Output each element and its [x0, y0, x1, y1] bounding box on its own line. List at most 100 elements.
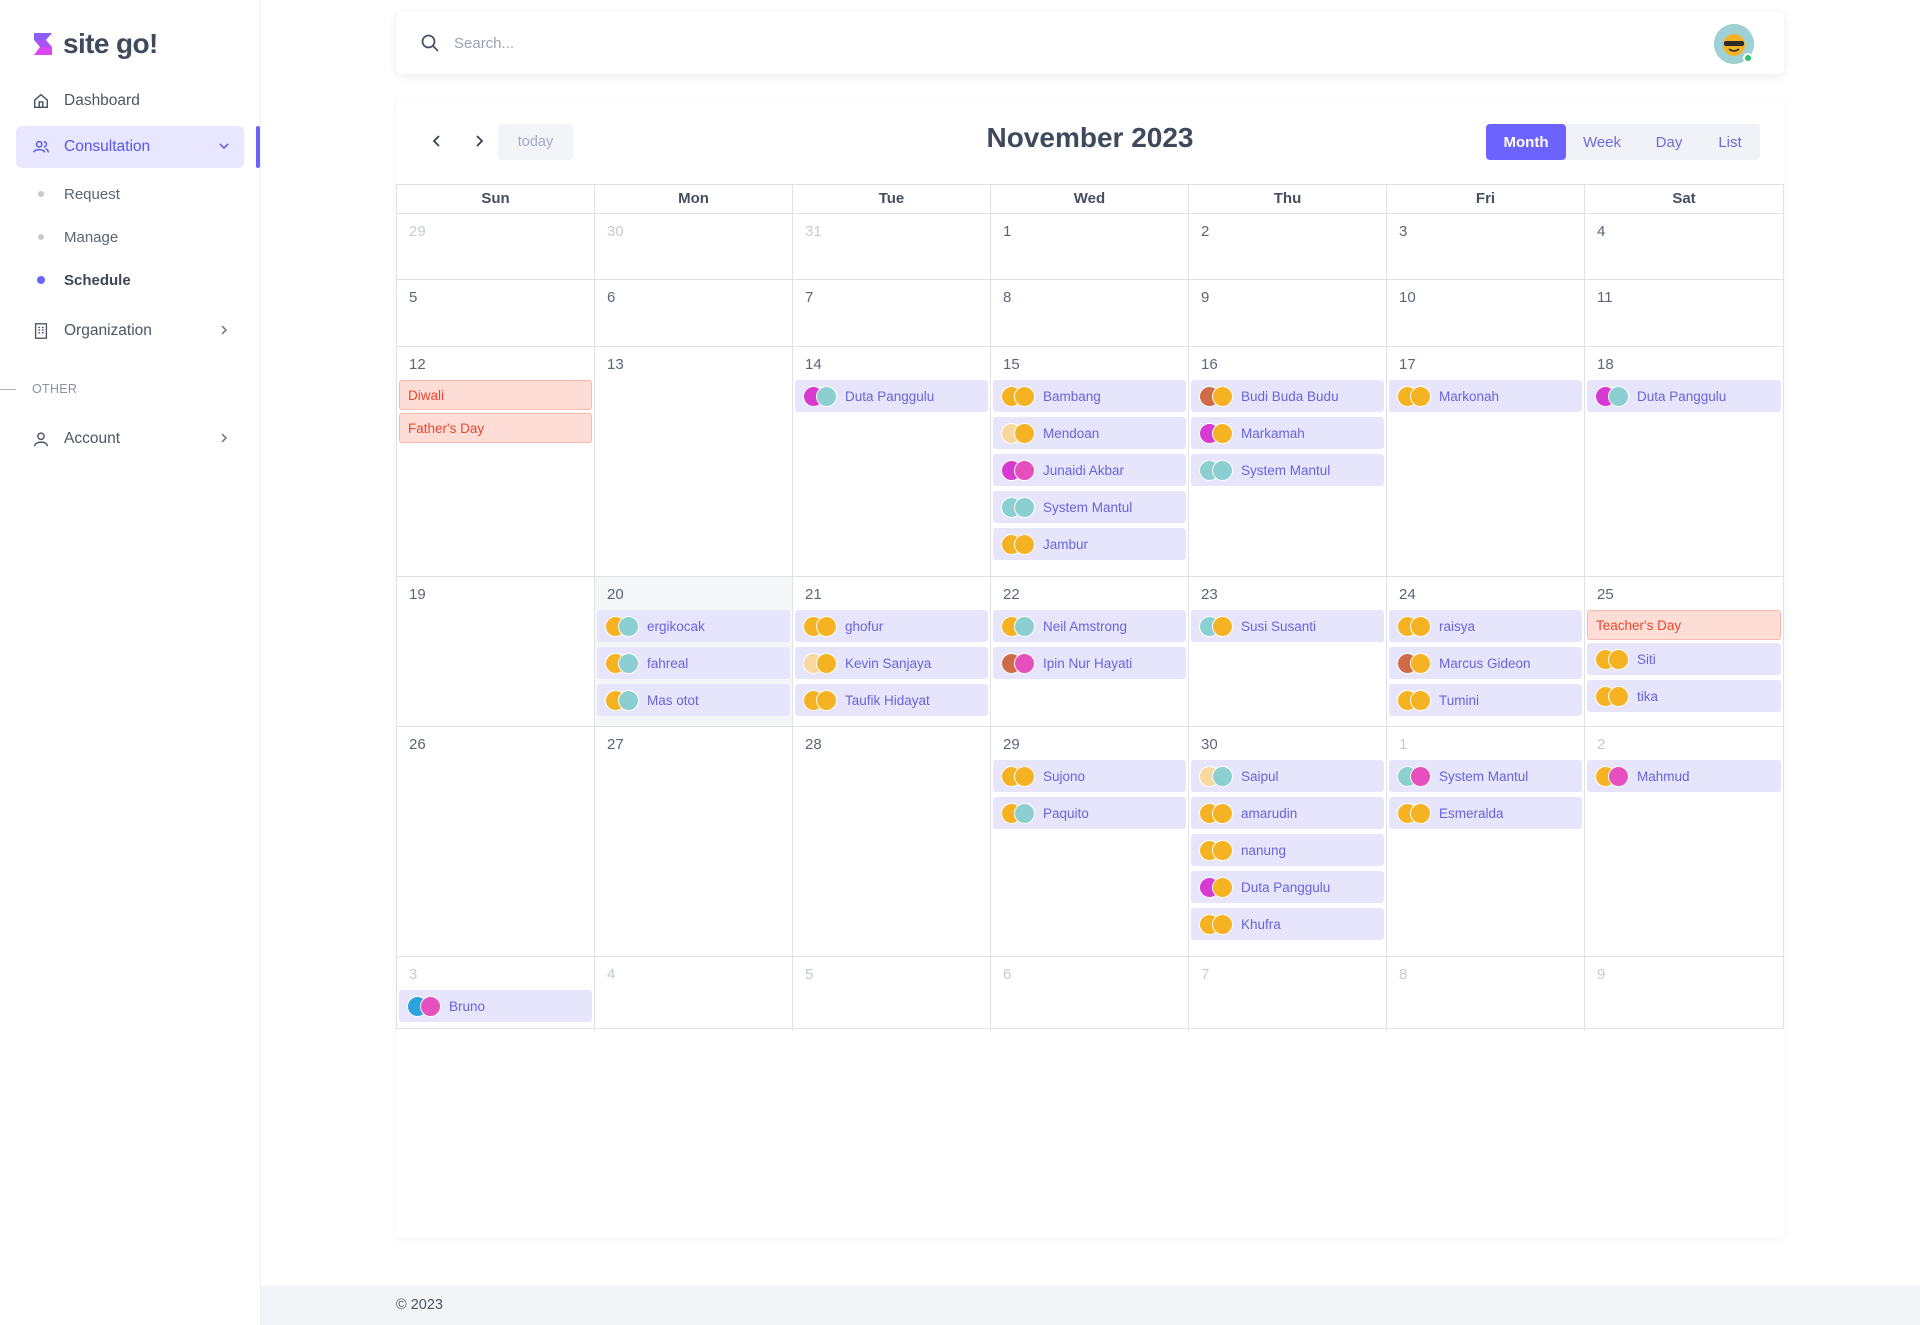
day-cell[interactable]: 10: [1387, 280, 1585, 346]
day-number[interactable]: 13: [597, 355, 790, 375]
calendar-event[interactable]: amarudin: [1191, 797, 1384, 829]
day-cell[interactable]: 7: [793, 280, 991, 346]
calendar-event[interactable]: Markamah: [1191, 417, 1384, 449]
day-cell[interactable]: 15 Bambang Mendoan Junaidi Akbar System Mant…: [991, 347, 1189, 576]
day-number[interactable]: 5: [399, 288, 592, 308]
calendar-event[interactable]: Kevin Sanjaya: [795, 647, 988, 679]
day-number[interactable]: 22: [993, 585, 1186, 605]
day-number[interactable]: 30: [1191, 735, 1384, 755]
view-day-button[interactable]: Day: [1638, 124, 1700, 160]
day-number[interactable]: 9: [1191, 288, 1384, 308]
day-number[interactable]: 9: [1587, 965, 1781, 985]
day-cell[interactable]: 6: [595, 280, 793, 346]
day-number[interactable]: 7: [795, 288, 988, 308]
calendar-event[interactable]: Sujono: [993, 760, 1186, 792]
calendar-event[interactable]: Marcus Gideon: [1389, 647, 1582, 679]
day-number[interactable]: 11: [1587, 288, 1781, 308]
calendar-event[interactable]: Bruno: [399, 990, 592, 1022]
calendar-event[interactable]: ergikocak: [597, 610, 790, 642]
day-number[interactable]: 14: [795, 355, 988, 375]
day-cell[interactable]: 9: [1189, 280, 1387, 346]
day-number[interactable]: 15: [993, 355, 1186, 375]
day-cell[interactable]: 16 Budi Buda Budu Markamah System Mantul: [1189, 347, 1387, 576]
calendar-event[interactable]: System Mantul: [1191, 454, 1384, 486]
day-number[interactable]: 26: [399, 735, 592, 755]
day-number[interactable]: 19: [399, 585, 592, 605]
calendar-event[interactable]: Susi Susanti: [1191, 610, 1384, 642]
sidebar-item-organization[interactable]: Organization: [16, 310, 244, 352]
day-cell[interactable]: 28: [793, 727, 991, 956]
next-month-button[interactable]: [462, 124, 496, 158]
calendar-event[interactable]: Mendoan: [993, 417, 1186, 449]
day-cell[interactable]: 4: [595, 957, 793, 1031]
calendar-event[interactable]: Duta Panggulu: [795, 380, 988, 412]
day-cell[interactable]: 22 Neil Amstrong Ipin Nur Hayati: [991, 577, 1189, 726]
day-number[interactable]: 10: [1389, 288, 1582, 308]
sidebar-subitem-schedule[interactable]: Schedule: [37, 267, 131, 293]
view-list-button[interactable]: List: [1700, 124, 1760, 160]
day-cell[interactable]: 14 Duta Panggulu: [793, 347, 991, 576]
calendar-event[interactable]: Markonah: [1389, 380, 1582, 412]
day-number[interactable]: 2: [1587, 735, 1781, 755]
day-cell[interactable]: 30: [595, 214, 793, 279]
day-number[interactable]: 29: [993, 735, 1186, 755]
day-cell[interactable]: 5: [793, 957, 991, 1031]
calendar-event[interactable]: Mahmud: [1587, 760, 1781, 792]
holiday-event[interactable]: Father's Day: [399, 413, 592, 443]
day-cell[interactable]: 21 ghofur Kevin Sanjaya Taufik Hidayat: [793, 577, 991, 726]
day-number[interactable]: 5: [795, 965, 988, 985]
calendar-event[interactable]: Taufik Hidayat: [795, 684, 988, 716]
day-number[interactable]: 4: [597, 965, 790, 985]
view-week-button[interactable]: Week: [1566, 124, 1638, 160]
day-cell[interactable]: 25 Teacher's Day Siti tika: [1585, 577, 1783, 726]
calendar-event[interactable]: nanung: [1191, 834, 1384, 866]
calendar-event[interactable]: System Mantul: [993, 491, 1186, 523]
day-cell[interactable]: 13: [595, 347, 793, 576]
day-number[interactable]: 21: [795, 585, 988, 605]
day-cell[interactable]: 19: [397, 577, 595, 726]
avatar[interactable]: [1714, 24, 1754, 64]
day-cell[interactable]: 8: [991, 280, 1189, 346]
brand-logo[interactable]: site go!: [31, 28, 158, 60]
sidebar-subitem-manage[interactable]: Manage: [38, 224, 118, 250]
day-number[interactable]: 1: [1389, 735, 1582, 755]
day-cell[interactable]: 29 Sujono Paquito: [991, 727, 1189, 956]
view-month-button[interactable]: Month: [1486, 124, 1566, 160]
calendar-event[interactable]: System Mantul: [1389, 760, 1582, 792]
search-input[interactable]: [454, 28, 1354, 58]
calendar-event[interactable]: Tumini: [1389, 684, 1582, 716]
day-cell[interactable]: 24 raisya Marcus Gideon Tumini: [1387, 577, 1585, 726]
sidebar-subitem-request[interactable]: Request: [38, 181, 120, 207]
calendar-event[interactable]: fahreal: [597, 647, 790, 679]
day-number[interactable]: 2: [1191, 222, 1384, 242]
calendar-event[interactable]: Junaidi Akbar: [993, 454, 1186, 486]
sidebar-item-consultation[interactable]: Consultation: [16, 126, 244, 168]
calendar-event[interactable]: ghofur: [795, 610, 988, 642]
calendar-event[interactable]: Siti: [1587, 643, 1781, 675]
calendar-event[interactable]: Budi Buda Budu: [1191, 380, 1384, 412]
calendar-event[interactable]: Paquito: [993, 797, 1186, 829]
calendar-event[interactable]: Jambur: [993, 528, 1186, 560]
today-button[interactable]: today: [498, 124, 573, 160]
day-number[interactable]: 28: [795, 735, 988, 755]
day-cell[interactable]: 2: [1189, 214, 1387, 279]
day-cell[interactable]: 26: [397, 727, 595, 956]
day-cell[interactable]: 20 ergikocak fahreal Mas otot: [595, 577, 793, 726]
day-number[interactable]: 3: [399, 965, 592, 985]
day-number[interactable]: 29: [399, 222, 592, 242]
calendar-event[interactable]: Saipul: [1191, 760, 1384, 792]
day-number[interactable]: 30: [597, 222, 790, 242]
day-number[interactable]: 12: [399, 355, 592, 375]
holiday-event[interactable]: Teacher's Day: [1587, 610, 1781, 640]
day-cell[interactable]: 3 Bruno: [397, 957, 595, 1031]
day-cell[interactable]: 8: [1387, 957, 1585, 1031]
day-cell[interactable]: 23 Susi Susanti: [1189, 577, 1387, 726]
day-number[interactable]: 6: [597, 288, 790, 308]
day-number[interactable]: 25: [1587, 585, 1781, 605]
calendar-event[interactable]: Duta Panggulu: [1587, 380, 1781, 412]
day-number[interactable]: 7: [1191, 965, 1384, 985]
day-number[interactable]: 20: [597, 585, 790, 605]
day-number[interactable]: 1: [993, 222, 1186, 242]
day-cell[interactable]: 17 Markonah: [1387, 347, 1585, 576]
day-cell[interactable]: 27: [595, 727, 793, 956]
